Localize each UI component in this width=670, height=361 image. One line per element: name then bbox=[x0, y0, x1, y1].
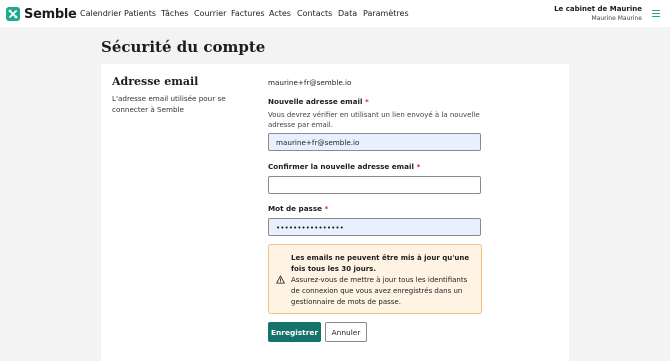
cancel-button[interactable]: Annuler bbox=[325, 322, 367, 342]
semble-logo[interactable]: Semble bbox=[6, 6, 77, 22]
section-title: Adresse email bbox=[112, 75, 199, 88]
required-marker: * bbox=[364, 97, 369, 106]
warning-body: Assurez-vous de mettre à jour tous les i… bbox=[291, 276, 468, 306]
current-email: maurine+fr@semble.io bbox=[268, 78, 352, 87]
save-button[interactable]: Enregistrer bbox=[268, 322, 321, 342]
warning-triangle-icon bbox=[276, 275, 285, 284]
new-email-label: Nouvelle adresse email * bbox=[268, 97, 369, 106]
password-field[interactable] bbox=[268, 218, 481, 236]
nav-item-patients[interactable]: Patients bbox=[124, 9, 156, 18]
password-label: Mot de passe * bbox=[268, 204, 328, 213]
user-name: Maurine Maurine bbox=[591, 15, 642, 22]
new-email-help: Vous devrez vérifier en utilisant un lie… bbox=[268, 111, 480, 129]
new-email-label-text: Nouvelle adresse email bbox=[268, 97, 363, 106]
nav-item-actes[interactable]: Actes bbox=[269, 9, 291, 18]
menu-icon[interactable] bbox=[652, 10, 660, 18]
org-switcher[interactable]: Le cabinet de Maurine Maurine Maurine bbox=[554, 5, 642, 22]
semble-logo-icon bbox=[6, 7, 20, 21]
new-email-field[interactable] bbox=[268, 133, 481, 151]
nav-item-contacts[interactable]: Contacts bbox=[297, 9, 332, 18]
org-name: Le cabinet de Maurine bbox=[554, 5, 642, 13]
nav-item-taches[interactable]: Tâches bbox=[161, 9, 188, 18]
top-navigation-bar: Semble Calendrier Patients Tâches Courri… bbox=[0, 0, 670, 27]
confirm-email-label: Confirmer la nouvelle adresse email * bbox=[268, 162, 420, 171]
confirm-email-field[interactable] bbox=[268, 176, 481, 194]
required-marker: * bbox=[416, 162, 421, 171]
page-title: Sécurité du compte bbox=[101, 38, 266, 56]
nav-item-courrier[interactable]: Courrier bbox=[194, 9, 226, 18]
password-label-text: Mot de passe bbox=[268, 204, 322, 213]
section-description: L'adresse email utilisée pour se connect… bbox=[112, 94, 226, 114]
email-settings-card: Adresse email L'adresse email utilisée p… bbox=[101, 64, 569, 361]
nav-item-calendrier[interactable]: Calendrier bbox=[80, 9, 122, 18]
nav-item-data[interactable]: Data bbox=[338, 9, 357, 18]
semble-logo-text: Semble bbox=[24, 6, 77, 22]
nav-item-parametres[interactable]: Paramètres bbox=[363, 9, 409, 18]
nav-item-factures[interactable]: Factures bbox=[231, 9, 265, 18]
confirm-email-label-text: Confirmer la nouvelle adresse email bbox=[268, 162, 414, 171]
warning-title: Les emails ne peuvent être mis à jour qu… bbox=[291, 254, 470, 273]
warning-callout: Les emails ne peuvent être mis à jour qu… bbox=[268, 244, 482, 314]
required-marker: * bbox=[324, 204, 329, 213]
